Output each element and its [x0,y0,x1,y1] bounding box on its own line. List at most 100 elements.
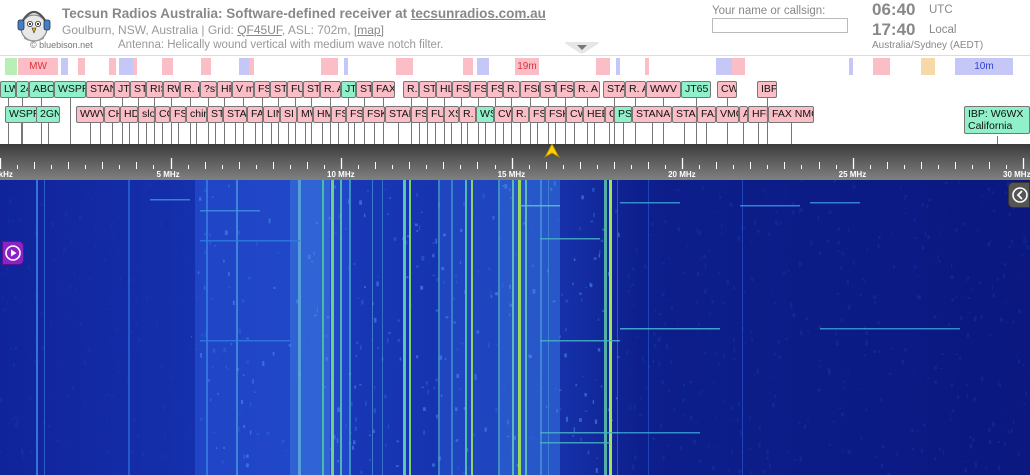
station-label[interactable]: CW [494,106,512,123]
station-label[interactable]: FU [427,106,444,123]
station-label[interactable]: R. Aust [625,81,646,98]
station-label[interactable]: slo [138,106,155,123]
waterfall-display[interactable] [0,180,1030,475]
station-label[interactable]: XS [444,106,459,123]
band-segment[interactable] [201,58,212,75]
station-label[interactable]: JT6 [114,81,130,98]
logo-credit[interactable]: © bluebison.net [30,40,93,50]
station-label[interactable]: ST [130,81,146,98]
station-label[interactable]: STA [223,106,247,123]
station-label[interactable]: CW [566,106,583,123]
station-label[interactable]: R. A [503,81,520,98]
station-label[interactable]: FSK [545,106,566,123]
station-label[interactable]: HFD [748,106,768,123]
station-label[interactable]: HEB [583,106,605,123]
station-label[interactable]: FU [287,81,303,98]
station-label[interactable]: 24 [16,81,29,98]
station-label[interactable]: R. A [574,81,600,98]
band-segment[interactable] [162,58,173,75]
station-label[interactable]: ABC [29,81,54,98]
station-label[interactable]: HD [120,106,138,123]
station-label[interactable]: ST [207,106,223,123]
station-label[interactable]: FAX NMC [768,106,814,123]
band-segment[interactable] [344,58,349,75]
station-label[interactable]: CW [717,81,737,98]
station-label[interactable]: CO [155,106,170,123]
station-label[interactable]: FS [411,106,427,123]
station-label[interactable]: FAX [372,81,395,98]
collapse-header-icon[interactable] [564,42,600,54]
grid-link[interactable]: QF45UF [237,23,282,37]
station-label[interactable]: STA [603,81,625,98]
station-label[interactable]: STA [303,81,320,98]
band-segment[interactable] [848,58,853,75]
band-segment[interactable] [395,58,413,75]
station-label[interactable]: C [605,106,614,123]
station-label[interactable]: ST [270,81,287,98]
site-link[interactable]: tecsunradios.com.au [411,6,546,21]
station-label[interactable]: FSI [331,106,346,123]
callsign-input[interactable] [712,18,848,33]
station-label[interactable]: RIS [146,81,163,98]
band-label[interactable]: 10m [955,58,1013,75]
band-segment[interactable] [477,58,490,75]
play-panel-button[interactable] [2,241,24,265]
station-label[interactable]: R. m [180,81,200,98]
open-panel-button[interactable] [1008,182,1030,208]
station-label[interactable]: WSPR [54,81,86,98]
station-label[interactable]: ?st [200,81,217,98]
station-label[interactable]: STANAG [632,106,672,123]
station-label[interactable]: FAX [697,106,716,123]
bird-logo-icon[interactable] [8,2,58,44]
station-label[interactable]: LIN [263,106,280,123]
station-label[interactable]: JT65 [681,81,711,98]
band-segment[interactable] [109,58,116,75]
station-label[interactable]: STA [356,81,372,98]
station-label[interactable]: R. [459,106,476,123]
band-bar[interactable]: MW 19m 10m [0,56,1030,78]
band-label[interactable]: 19m [515,58,539,75]
station-label[interactable]: RW [163,81,180,98]
band-segment[interactable] [462,58,474,75]
station-label[interactable]: STA [540,81,556,98]
station-label[interactable]: HL [436,81,452,98]
station-label[interactable]: PSK [614,106,632,123]
station-label[interactable]: FSK [520,81,540,98]
station-label[interactable]: FSK [556,81,574,98]
band-segment[interactable] [644,58,649,75]
station-label[interactable]: R. [512,106,529,123]
tuning-marker-icon[interactable] [544,144,560,158]
station-label[interactable]: WSPR [5,106,37,123]
band-segment[interactable] [596,58,611,75]
station-label[interactable]: V m [232,81,254,98]
station-label[interactable]: FSK [452,81,470,98]
band-segment[interactable] [238,58,249,75]
station-label[interactable]: FSK [470,81,487,98]
station-label[interactable]: HM [313,106,331,123]
band-segment[interactable] [119,58,133,75]
station-label[interactable]: STAN [385,106,411,123]
band-segment[interactable] [873,58,891,75]
station-label[interactable]: R. A [320,81,341,98]
band-label[interactable]: MW [18,58,58,75]
station-label[interactable]: MW [297,106,313,123]
station-label[interactable]: FSK [529,106,545,123]
station-label[interactable]: WWV [646,81,681,98]
station-label[interactable]: R. [403,81,419,98]
station-label[interactable]: IBP: W6WX California [757,81,777,98]
frequency-scale[interactable]: 0 kHz 5 MHz 10 MHz 15 MHz 20 MHz 25 MHz 30 MHz [0,144,1030,180]
band-segment[interactable] [5,58,18,75]
station-label[interactable]: FA [247,106,263,123]
station-label[interactable]: STAN [86,81,114,98]
band-segment[interactable] [616,58,621,75]
station-label[interactable]: WS [476,106,494,123]
band-segment[interactable] [61,58,69,75]
station-label[interactable]: HF [217,81,232,98]
station-label[interactable]: STAN [672,106,697,123]
map-link[interactable]: [map] [354,23,384,37]
station-label[interactable]: CH [104,106,120,123]
band-segment[interactable] [78,58,86,75]
station-label[interactable]: IBP: W6WX California [964,106,1030,134]
station-label[interactable]: FSI [254,81,270,98]
station-label[interactable]: A [739,106,748,123]
